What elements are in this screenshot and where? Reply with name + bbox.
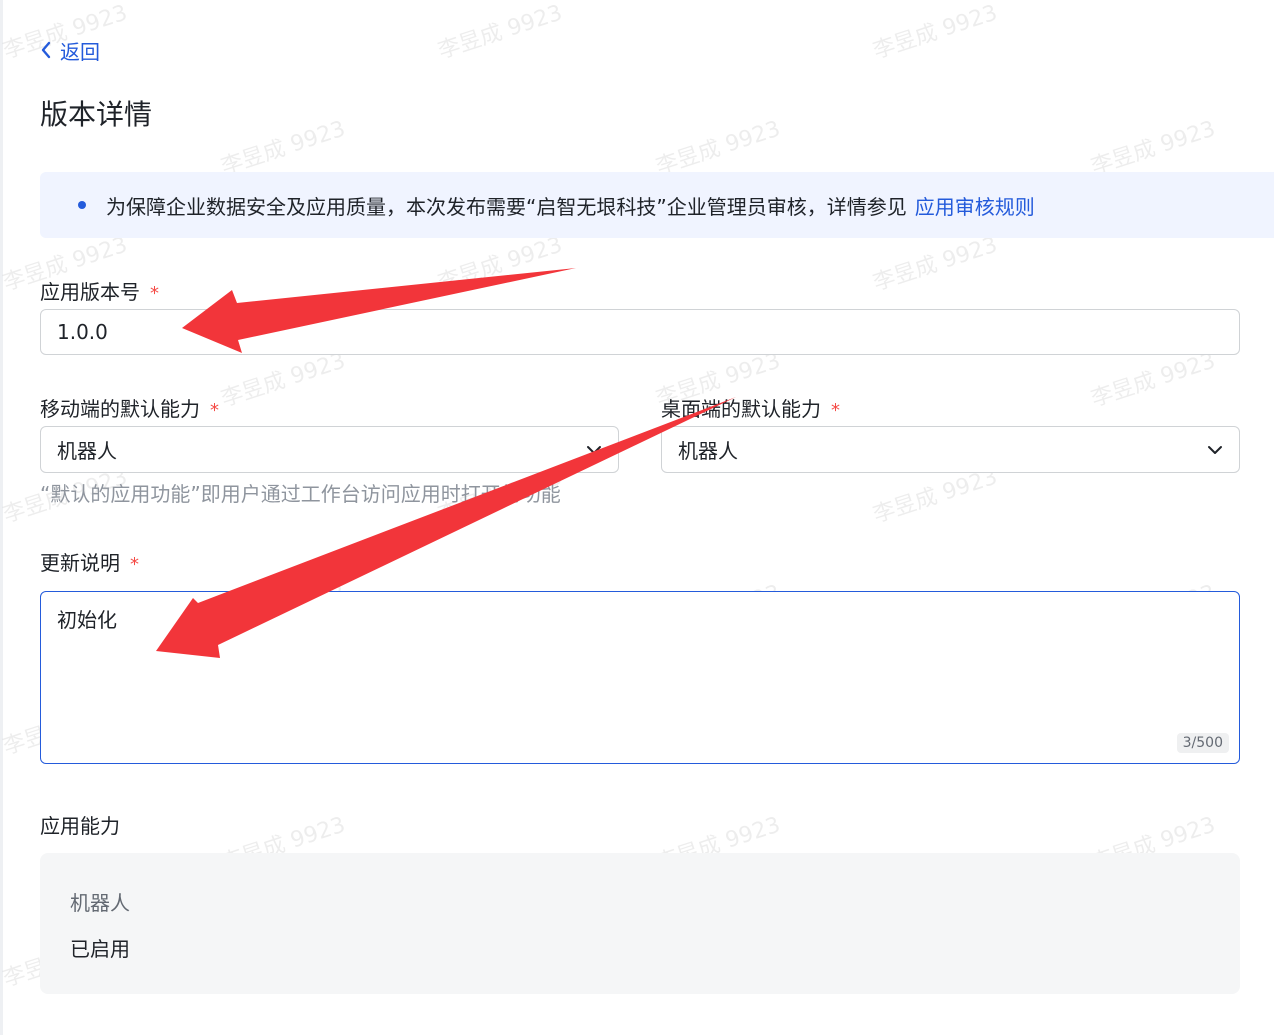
bullet-dot-icon [78,201,86,209]
capability-card: 机器人 已启用 [40,853,1240,994]
chevron-left-icon [41,41,51,59]
watermark: 李昱成 9923 [218,116,349,181]
release-notes-textarea[interactable]: 初始化 3/500 [40,591,1240,764]
watermark: 李昱成 9923 [1088,116,1219,181]
version-label: 应用版本号 * [40,279,159,307]
release-notes-label: 更新说明 * [40,550,139,578]
capabilities-label: 应用能力 [40,814,120,838]
mobile-default-value: 机器人 [57,439,117,463]
page-title: 版本详情 [40,98,153,131]
capability-name: 机器人 [70,891,130,915]
required-mark: * [210,400,219,421]
required-mark: * [831,400,840,421]
desktop-default-label: 桌面端的默认能力 * [661,396,840,424]
notice-text: 为保障企业数据安全及应用质量，本次发布需要“启智无垠科技”企业管理员审核，详情参… [106,194,907,219]
character-counter: 3/500 [1176,733,1229,753]
required-mark: * [130,554,139,575]
capability-status: 已启用 [70,937,130,961]
desktop-default-label-text: 桌面端的默认能力 [661,397,821,421]
version-value: 1.0.0 [57,320,108,344]
version-label-text: 应用版本号 [40,280,140,304]
back-label: 返回 [60,39,100,64]
release-notes-label-text: 更新说明 [40,551,120,575]
release-notes-value: 初始化 [57,608,117,632]
mobile-default-label-text: 移动端的默认能力 [40,397,200,421]
chevron-down-icon [1208,445,1222,454]
watermark: 李昱成 9923 [870,0,1001,65]
review-rules-link[interactable]: 应用审核规则 [915,191,1035,220]
mobile-default-label: 移动端的默认能力 * [40,396,219,424]
page-left-border [0,0,3,1035]
version-input[interactable]: 1.0.0 [40,309,1240,355]
watermark: 李昱成 9923 [435,0,566,65]
chevron-down-icon [587,445,601,454]
back-link[interactable]: 返回 [40,36,100,64]
required-mark: * [150,283,159,304]
default-capability-hint: “默认的应用功能”即用户通过工作台访问应用时打开的功能 [40,482,561,506]
watermark: 李昱成 9923 [653,116,784,181]
mobile-default-select[interactable]: 机器人 [40,426,619,473]
desktop-default-select[interactable]: 机器人 [661,426,1240,473]
desktop-default-value: 机器人 [678,439,738,463]
review-notice-banner: 为保障企业数据安全及应用质量，本次发布需要“启智无垠科技”企业管理员审核，详情参… [40,172,1274,238]
